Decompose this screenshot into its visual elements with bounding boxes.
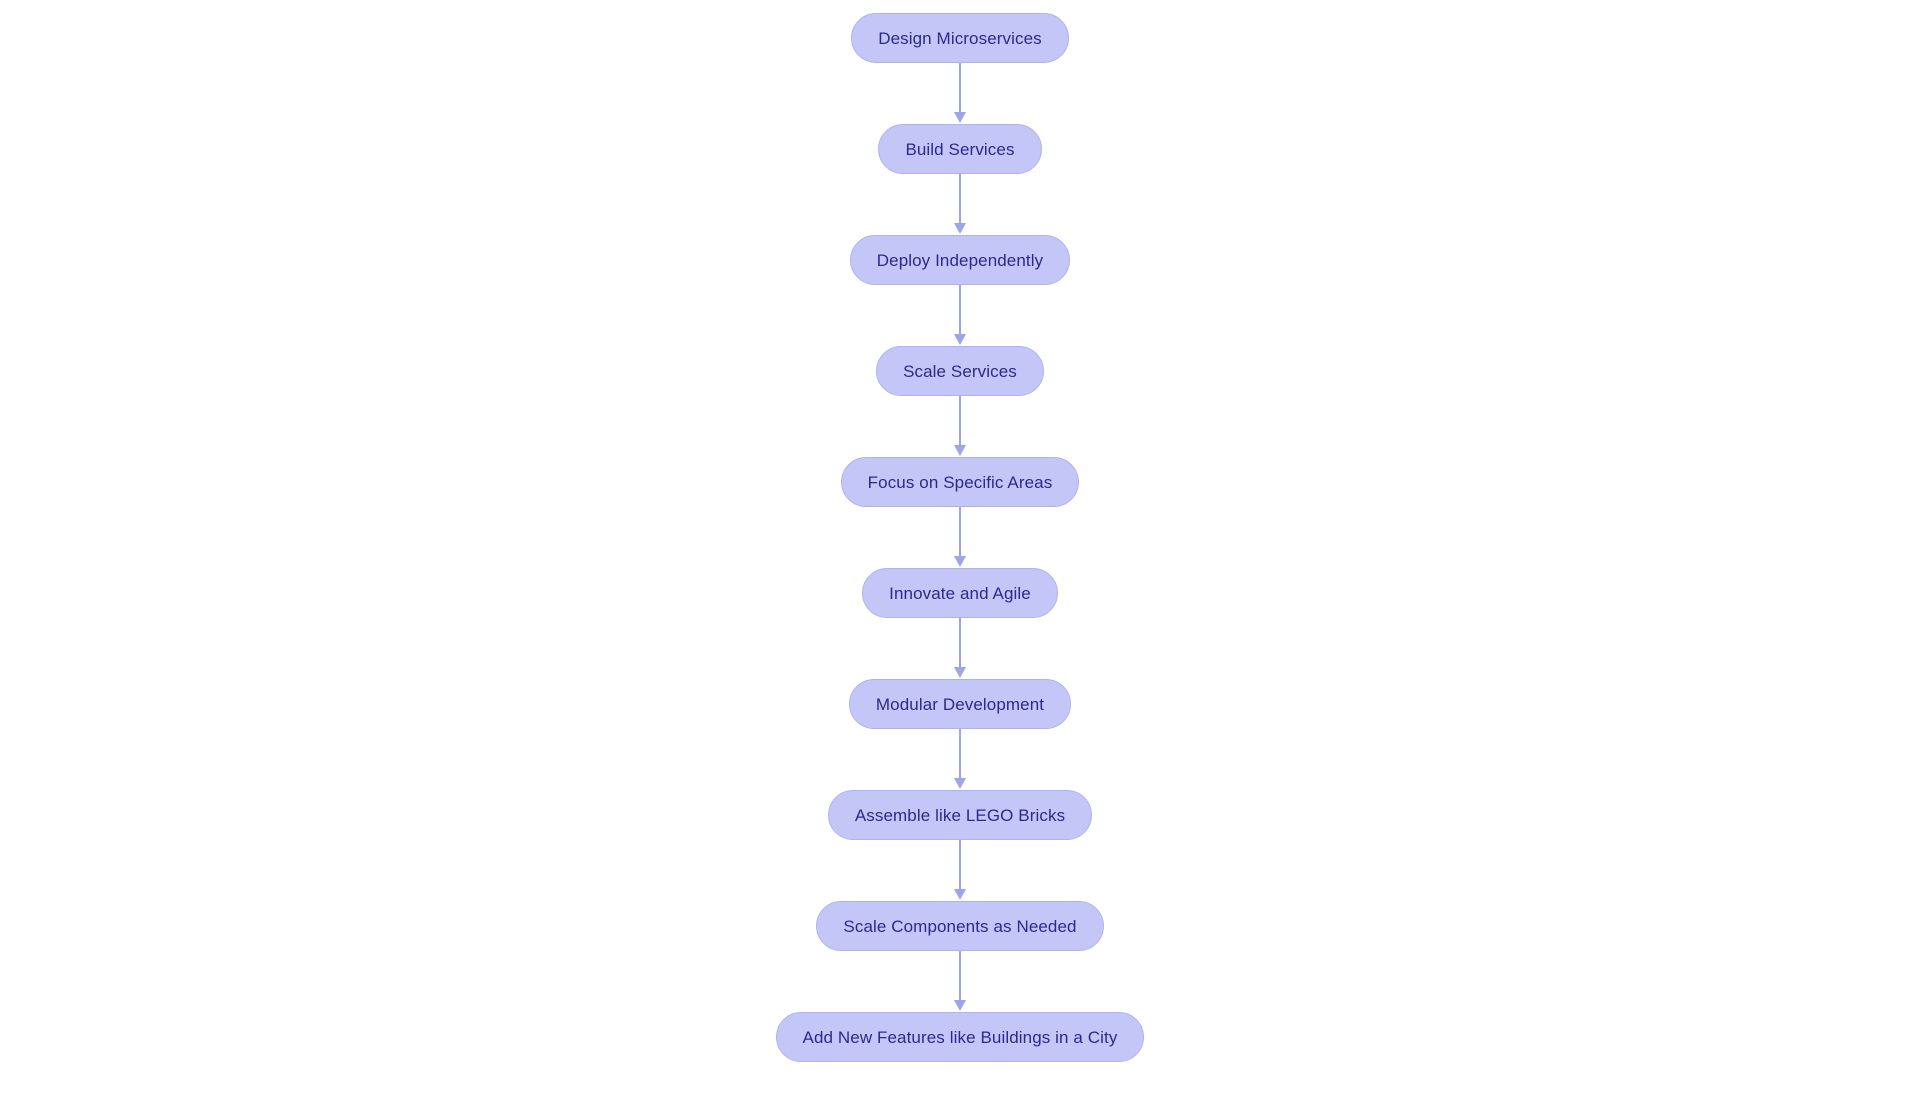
arrow-head-icon bbox=[954, 556, 966, 567]
flowchart-arrow bbox=[953, 618, 967, 679]
flowchart-node-label: Modular Development bbox=[875, 694, 1045, 714]
flowchart-node-label: Assemble like LEGO Bricks bbox=[854, 805, 1066, 825]
arrow-head-icon bbox=[954, 778, 966, 789]
arrow-line bbox=[959, 729, 961, 779]
arrow-line bbox=[959, 63, 961, 113]
arrow-line bbox=[959, 174, 961, 224]
arrow-line bbox=[959, 951, 961, 1001]
flowchart-node[interactable]: Scale Services bbox=[876, 346, 1044, 396]
flowchart-node[interactable]: Assemble like LEGO Bricks bbox=[827, 790, 1093, 840]
arrow-line bbox=[959, 840, 961, 890]
flowchart-canvas: Design Microservices Build Services Deploy… bbox=[0, 0, 1920, 1080]
arrow-line bbox=[959, 618, 961, 668]
flowchart-arrow bbox=[953, 285, 967, 346]
flowchart-arrow bbox=[953, 840, 967, 901]
flowchart-node[interactable]: Scale Components as Needed bbox=[816, 901, 1104, 951]
flowchart-node-label: Add New Features like Buildings in a Cit… bbox=[802, 1027, 1118, 1047]
arrow-line bbox=[959, 507, 961, 557]
flowchart-node[interactable]: Design Microservices bbox=[851, 13, 1069, 63]
arrow-head-icon bbox=[954, 1000, 966, 1011]
flowchart-node-label: Innovate and Agile bbox=[889, 583, 1031, 603]
flowchart-node-label: Design Microservices bbox=[878, 28, 1042, 48]
arrow-line bbox=[959, 396, 961, 446]
flowchart-node-label: Deploy Independently bbox=[876, 250, 1044, 270]
flowchart-arrow bbox=[953, 396, 967, 457]
flowchart-node[interactable]: Add New Features like Buildings in a Cit… bbox=[775, 1012, 1145, 1062]
flowchart-node[interactable]: Deploy Independently bbox=[849, 235, 1071, 285]
arrow-line bbox=[959, 285, 961, 335]
arrow-head-icon bbox=[954, 112, 966, 123]
flowchart-node-label: Scale Components as Needed bbox=[843, 916, 1077, 936]
flowchart-arrow bbox=[953, 174, 967, 235]
flowchart-arrow bbox=[953, 507, 967, 568]
arrow-head-icon bbox=[954, 334, 966, 345]
flowchart-node[interactable]: Innovate and Agile bbox=[862, 568, 1058, 618]
flowchart-node[interactable]: Focus on Specific Areas bbox=[840, 457, 1080, 507]
flowchart-arrow bbox=[953, 729, 967, 790]
flowchart-node-label: Build Services bbox=[905, 139, 1015, 159]
arrow-head-icon bbox=[954, 667, 966, 678]
flowchart-arrow bbox=[953, 951, 967, 1012]
flowchart-node-label: Scale Services bbox=[903, 361, 1017, 381]
flowchart-node-label: Focus on Specific Areas bbox=[867, 472, 1053, 492]
flowchart-arrow bbox=[953, 63, 967, 124]
arrow-head-icon bbox=[954, 445, 966, 456]
flowchart-node[interactable]: Build Services bbox=[878, 124, 1042, 174]
arrow-head-icon bbox=[954, 889, 966, 900]
flowchart-node[interactable]: Modular Development bbox=[848, 679, 1072, 729]
flowchart-node-column: Design Microservices Build Services Deploy… bbox=[0, 0, 1920, 1093]
arrow-head-icon bbox=[954, 223, 966, 234]
